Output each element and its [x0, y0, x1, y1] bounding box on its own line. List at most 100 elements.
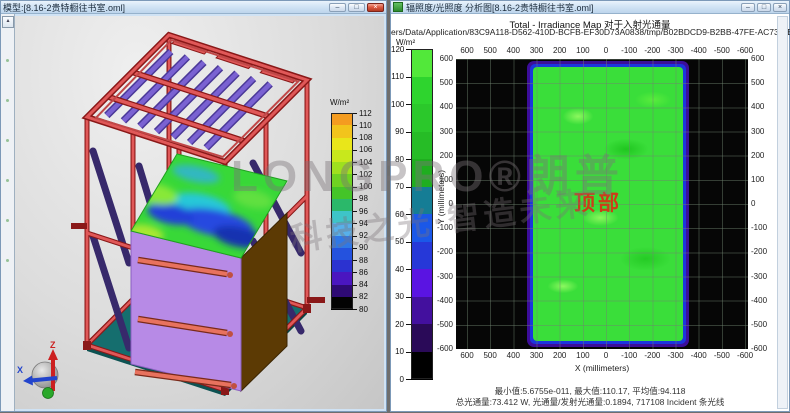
y-tick-left: -400 [427, 297, 453, 305]
x-tick-top: 500 [483, 47, 496, 55]
x-tick-bottom: 0 [604, 352, 608, 360]
x-tick-top: -300 [668, 47, 684, 55]
y-axis-ball-icon [43, 388, 54, 399]
x-tick-bottom: 100 [576, 352, 589, 360]
y-tick-left: -100 [427, 224, 453, 232]
colorbar-tick [353, 272, 357, 273]
x-tick-bottom: -100 [621, 352, 637, 360]
y-tick-left: 100 [427, 176, 453, 184]
y-tick-left: 200 [427, 152, 453, 160]
x-axis-label-triad: X [17, 365, 23, 375]
y-tick-right: -500 [751, 321, 767, 329]
y-tick-right: 600 [751, 55, 764, 63]
x-tick-bottom: -400 [691, 352, 707, 360]
vertical-scrollbar[interactable] [777, 16, 788, 409]
colorbar-label: 120 [391, 46, 404, 54]
colorbar-label: 90 [359, 244, 368, 252]
restore-button[interactable]: □ [757, 3, 771, 12]
x-tick-top: 200 [553, 47, 566, 55]
colorbar-label: 108 [359, 134, 372, 142]
colorbar-label: 90 [391, 128, 404, 136]
colorbar-label: 100 [359, 183, 372, 191]
z-axis-arrow-icon [48, 349, 58, 360]
x-tick-bottom: 200 [553, 352, 566, 360]
colorbar-label: 20 [391, 321, 404, 329]
close-button[interactable]: × [773, 3, 787, 12]
colorbar-label: 88 [359, 257, 368, 265]
x-tick-bottom: -600 [737, 352, 753, 360]
x-tick-top: -500 [714, 47, 730, 55]
colorbar-tick [353, 236, 357, 237]
colorbar-tick [353, 150, 357, 151]
colorbar-label: 60 [391, 211, 404, 219]
map-file-path: ers/Data/Application/83C9A118-D562-410D-… [391, 27, 789, 37]
colorbar-tick [353, 211, 357, 212]
colorbar-tick [353, 223, 357, 224]
colorbar-tick [353, 297, 357, 298]
colorbar-tick [353, 199, 357, 200]
colorbar-label: 110 [359, 122, 372, 130]
colorbar-tick [353, 113, 357, 114]
stats-line-2: 总光通量:73.412 W, 光通量/发射光通量:0.1894, 717108 … [391, 396, 789, 408]
x-tick-bottom: 600 [460, 352, 473, 360]
model-window: 模型:[8.16-2贵特橱往书室.oml] – □ × ▴ [0, 0, 387, 412]
desktop: 模型:[8.16-2贵特橱往书室.oml] – □ × ▴ [0, 0, 790, 412]
analysis-icon [393, 2, 403, 12]
colorbar-frame [411, 49, 433, 379]
y-tick-left: -500 [427, 321, 453, 329]
colorbar-label: 80 [359, 306, 368, 314]
x-tick-bottom: 300 [530, 352, 543, 360]
y-tick-right: -600 [751, 345, 767, 353]
colorbar-label: 94 [359, 220, 368, 228]
irradiance-window: 辐照度/光照度 分析图[8.16-2贵特橱往书室.oml] – □ × Tota… [390, 0, 790, 412]
colorbar-tick [353, 260, 357, 261]
x-tick-top: 600 [460, 47, 473, 55]
y-tick-right: -100 [751, 224, 767, 232]
colorbar-tick [353, 138, 357, 139]
colorbar-label: 92 [359, 232, 368, 240]
y-tick-left: 500 [427, 79, 453, 87]
colorbar-frame [331, 113, 353, 309]
colorbar-label: 0 [391, 376, 404, 384]
colorbar-tick [406, 379, 411, 380]
model-colorbar-unit: W/m² [330, 98, 349, 107]
y-tick-left: 300 [427, 128, 453, 136]
colorbar-tick [353, 285, 357, 286]
colorbar-tick [353, 174, 357, 175]
colorbar-label: 104 [359, 159, 372, 167]
y-tick-right: 0 [751, 200, 755, 208]
colorbar-tick [353, 187, 357, 188]
x-axis-arrow-icon [23, 376, 33, 386]
colorbar-label: 110 [391, 73, 404, 81]
x-tick-top: -100 [621, 47, 637, 55]
minimize-button[interactable]: – [741, 3, 755, 12]
y-tick-left: -600 [427, 345, 453, 353]
colorbar-label: 10 [391, 348, 404, 356]
colorbar-label: 82 [359, 293, 368, 301]
colorbar-label: 112 [359, 110, 372, 118]
irradiance-window-controls: – □ × [741, 3, 787, 12]
x-tick-bottom: 400 [507, 352, 520, 360]
irradiance-map-canvas[interactable]: 顶部 [456, 59, 748, 349]
y-tick-right: 500 [751, 79, 764, 87]
axis-triad: Z X [17, 340, 58, 399]
z-axis-label: Z [50, 340, 56, 350]
colorbar-label: 84 [359, 281, 368, 289]
x-tick-bottom: -300 [668, 352, 684, 360]
irradiance-window-titlebar[interactable]: 辐照度/光照度 分析图[8.16-2贵特橱往书室.oml] – □ × [391, 1, 789, 14]
y-tick-right: -200 [751, 248, 767, 256]
y-tick-right: -400 [751, 297, 767, 305]
3d-model-scene[interactable]: Z X [1, 1, 388, 413]
colorbar-label: 100 [391, 101, 404, 109]
colorbar-label: 98 [359, 195, 368, 203]
colorbar-tick [353, 125, 357, 126]
colorbar-tick [353, 309, 357, 310]
colorbar-tick [353, 162, 357, 163]
x-tick-top: 300 [530, 47, 543, 55]
colorbar-label: 106 [359, 146, 372, 154]
y-tick-right: 100 [751, 176, 764, 184]
colorbar-label: 86 [359, 269, 368, 277]
x-tick-bottom: 500 [483, 352, 496, 360]
y-tick-right: 200 [751, 152, 764, 160]
x-tick-bottom: -500 [714, 352, 730, 360]
